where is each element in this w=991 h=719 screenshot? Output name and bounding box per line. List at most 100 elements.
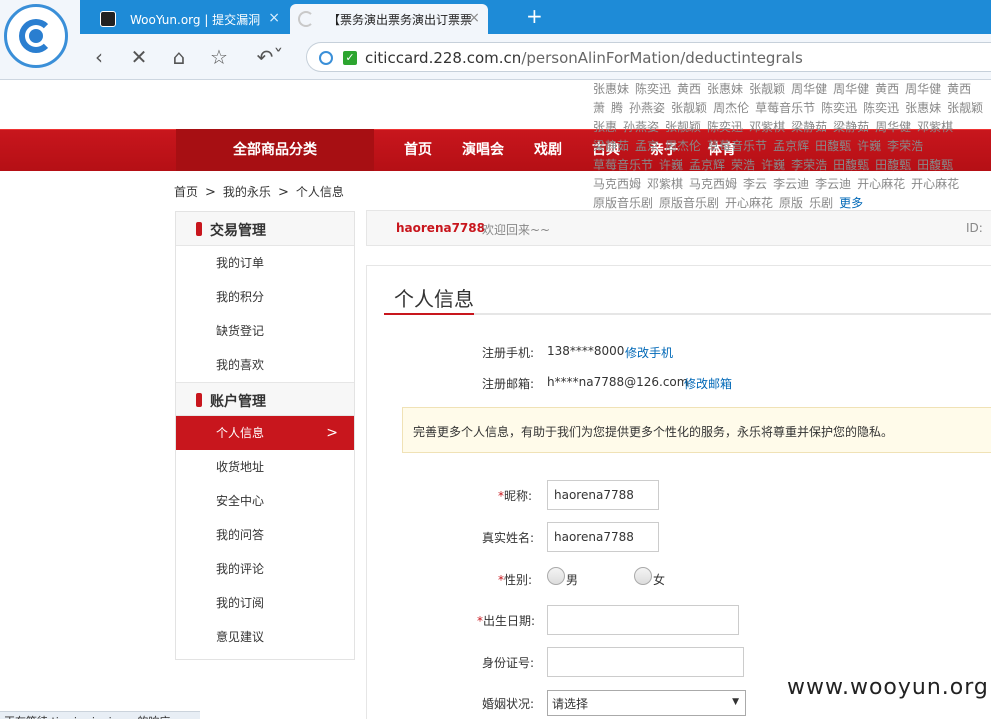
- hot-name-link[interactable]: 孟京: [635, 139, 659, 153]
- stop-icon[interactable]: ✕: [126, 44, 152, 70]
- hot-name-link[interactable]: 草莓音乐节: [707, 139, 767, 153]
- nav-concert[interactable]: 演唱会: [462, 129, 504, 171]
- sidebar-item-questions[interactable]: 我的问答: [176, 518, 354, 552]
- hot-name-link[interactable]: 腾: [611, 101, 623, 115]
- nickname-input[interactable]: haorena7788: [547, 480, 659, 510]
- idcard-input[interactable]: [547, 647, 744, 677]
- hot-name-link[interactable]: 乐剧: [809, 196, 833, 210]
- back-icon[interactable]: ‹: [86, 44, 112, 70]
- hot-name-link[interactable]: 开心麻花: [911, 177, 959, 191]
- hot-name-link[interactable]: 马克西姆: [593, 177, 641, 191]
- hot-name-link[interactable]: 草莓音乐节: [593, 158, 653, 172]
- hot-name-link[interactable]: 张惠妹: [905, 101, 941, 115]
- sidebar-item-subscriptions[interactable]: 我的订阅: [176, 586, 354, 620]
- nav-drama[interactable]: 戏剧: [534, 129, 562, 171]
- sidebar-item-feedback[interactable]: 意见建议: [176, 620, 354, 654]
- hot-name-link[interactable]: 马克西姆: [689, 177, 737, 191]
- site-info-icon[interactable]: [319, 51, 333, 65]
- tab-ticket[interactable]: 【票务演出票务演出订票票 ×: [290, 4, 488, 34]
- hot-name-link[interactable]: 田馥甄: [875, 158, 911, 172]
- hot-name-link[interactable]: 邓紫棋: [749, 120, 785, 134]
- sidebar-item-profile[interactable]: 个人信息 >: [176, 416, 354, 450]
- hot-name-link[interactable]: 田馥甄: [815, 139, 851, 153]
- sidebar-item-reviews[interactable]: 我的评论: [176, 552, 354, 586]
- hot-name-link[interactable]: 陈奕迅: [863, 101, 899, 115]
- hot-name-link[interactable]: 萧: [593, 101, 605, 115]
- hot-name-link[interactable]: 周华健: [791, 82, 827, 96]
- gender-female-radio[interactable]: [634, 567, 652, 585]
- home-icon[interactable]: ⌂: [166, 44, 192, 70]
- hot-name-link[interactable]: 黄西: [875, 82, 899, 96]
- sidebar-item-security[interactable]: 安全中心: [176, 484, 354, 518]
- hot-name-link[interactable]: 原版音乐剧: [659, 196, 719, 210]
- sidebar-item-points[interactable]: 我的积分: [176, 280, 354, 314]
- hot-name-link[interactable]: 开心麻花: [857, 177, 905, 191]
- hot-name-link[interactable]: 李云: [743, 177, 767, 191]
- hot-name-link[interactable]: 张惠妹: [593, 82, 629, 96]
- hot-name-link[interactable]: 许巍: [857, 139, 881, 153]
- hot-name-link[interactable]: 陈奕迅: [821, 101, 857, 115]
- sidebar-item-stockout[interactable]: 缺货登记: [176, 314, 354, 348]
- hot-name-link[interactable]: 周华健: [905, 82, 941, 96]
- hot-name-link[interactable]: 周华健: [875, 120, 911, 134]
- hot-name-link[interactable]: 许巍: [659, 158, 683, 172]
- realname-input[interactable]: haorena7788: [547, 522, 659, 552]
- change-phone-link[interactable]: 修改手机: [625, 344, 673, 361]
- hot-name-link[interactable]: 草莓音乐节: [755, 101, 815, 115]
- hot-name-link[interactable]: 周杰伦: [713, 101, 749, 115]
- hot-name-link[interactable]: 原版: [779, 196, 803, 210]
- favorite-star-icon[interactable]: ☆: [206, 44, 232, 70]
- hot-name-link[interactable]: 李云迪: [773, 177, 809, 191]
- hot-name-link[interactable]: 李云迪: [815, 177, 851, 191]
- sidebar-item-favorites[interactable]: 我的喜欢: [176, 348, 354, 382]
- hot-name-link[interactable]: 孙燕姿: [623, 120, 659, 134]
- hot-name-link[interactable]: 梁静茹: [833, 120, 869, 134]
- tab-close-icon[interactable]: ×: [468, 10, 480, 26]
- hot-name-link[interactable]: 梁静茹: [791, 120, 827, 134]
- hot-name-link[interactable]: 张靓颖: [671, 101, 707, 115]
- hot-name-link[interactable]: 李荣浩: [791, 158, 827, 172]
- url-text[interactable]: citiccard.228.com.cn/personAlinForMation…: [365, 49, 803, 67]
- hot-name-link[interactable]: 张靓颖: [749, 82, 785, 96]
- browser-logo-icon[interactable]: [4, 4, 68, 68]
- tab-wooyun[interactable]: WooYun.org | 提交漏洞 ×: [92, 4, 288, 34]
- marital-select[interactable]: 请选择 ▼: [547, 690, 746, 716]
- more-link[interactable]: 更多: [839, 196, 863, 210]
- all-categories-button[interactable]: 全部商品分类: [176, 129, 374, 171]
- hot-name-link[interactable]: 原版音乐剧: [593, 196, 653, 210]
- birthday-input[interactable]: [547, 605, 739, 635]
- change-email-link[interactable]: 修改邮箱: [684, 375, 732, 392]
- hot-name-link[interactable]: 荣浩: [731, 158, 755, 172]
- hot-name-link[interactable]: 陈奕迅: [707, 120, 743, 134]
- gender-male-radio[interactable]: [547, 567, 565, 585]
- sidebar-item-address[interactable]: 收货地址: [176, 450, 354, 484]
- hot-name-link[interactable]: 孟京辉: [773, 139, 809, 153]
- hot-name-link[interactable]: 李荣浩: [887, 139, 923, 153]
- hot-name-link[interactable]: 周杰伦: [665, 139, 701, 153]
- hot-name-link[interactable]: 孟京辉: [689, 158, 725, 172]
- hot-name-link[interactable]: 张惠妹: [707, 82, 743, 96]
- hot-name-link[interactable]: 张靓颖: [665, 120, 701, 134]
- address-bar[interactable]: ✓ citiccard.228.com.cn/personAlinForMati…: [306, 42, 991, 72]
- undo-icon[interactable]: ↶ˇ: [250, 44, 290, 70]
- hot-name-link[interactable]: 孙燕姿: [629, 101, 665, 115]
- hot-name-link[interactable]: 陈奕迅: [635, 82, 671, 96]
- nav-home[interactable]: 首页: [404, 129, 432, 171]
- hot-name-link[interactable]: 邓紫棋: [917, 120, 953, 134]
- hot-name-link[interactable]: 邓紫棋: [647, 177, 683, 191]
- new-tab-button[interactable]: +: [526, 4, 543, 28]
- breadcrumb-home[interactable]: 首页: [174, 185, 198, 199]
- hot-name-link[interactable]: 周华健: [833, 82, 869, 96]
- breadcrumb-my-yongle[interactable]: 我的永乐: [223, 185, 271, 199]
- hot-name-link[interactable]: 田馥甄: [833, 158, 869, 172]
- hot-name-link[interactable]: 梁静茹: [593, 139, 629, 153]
- hot-name-link[interactable]: 许巍: [761, 158, 785, 172]
- hot-name-link[interactable]: 黄西: [677, 82, 701, 96]
- hot-name-link[interactable]: 张靓颖: [947, 101, 983, 115]
- hot-name-link[interactable]: 田馥甄: [917, 158, 953, 172]
- sidebar-item-orders[interactable]: 我的订单: [176, 246, 354, 280]
- hot-name-link[interactable]: 黄西: [947, 82, 971, 96]
- hot-name-link[interactable]: 开心麻花: [725, 196, 773, 210]
- tab-close-icon[interactable]: ×: [268, 10, 280, 26]
- hot-name-link[interactable]: 张惠: [593, 120, 617, 134]
